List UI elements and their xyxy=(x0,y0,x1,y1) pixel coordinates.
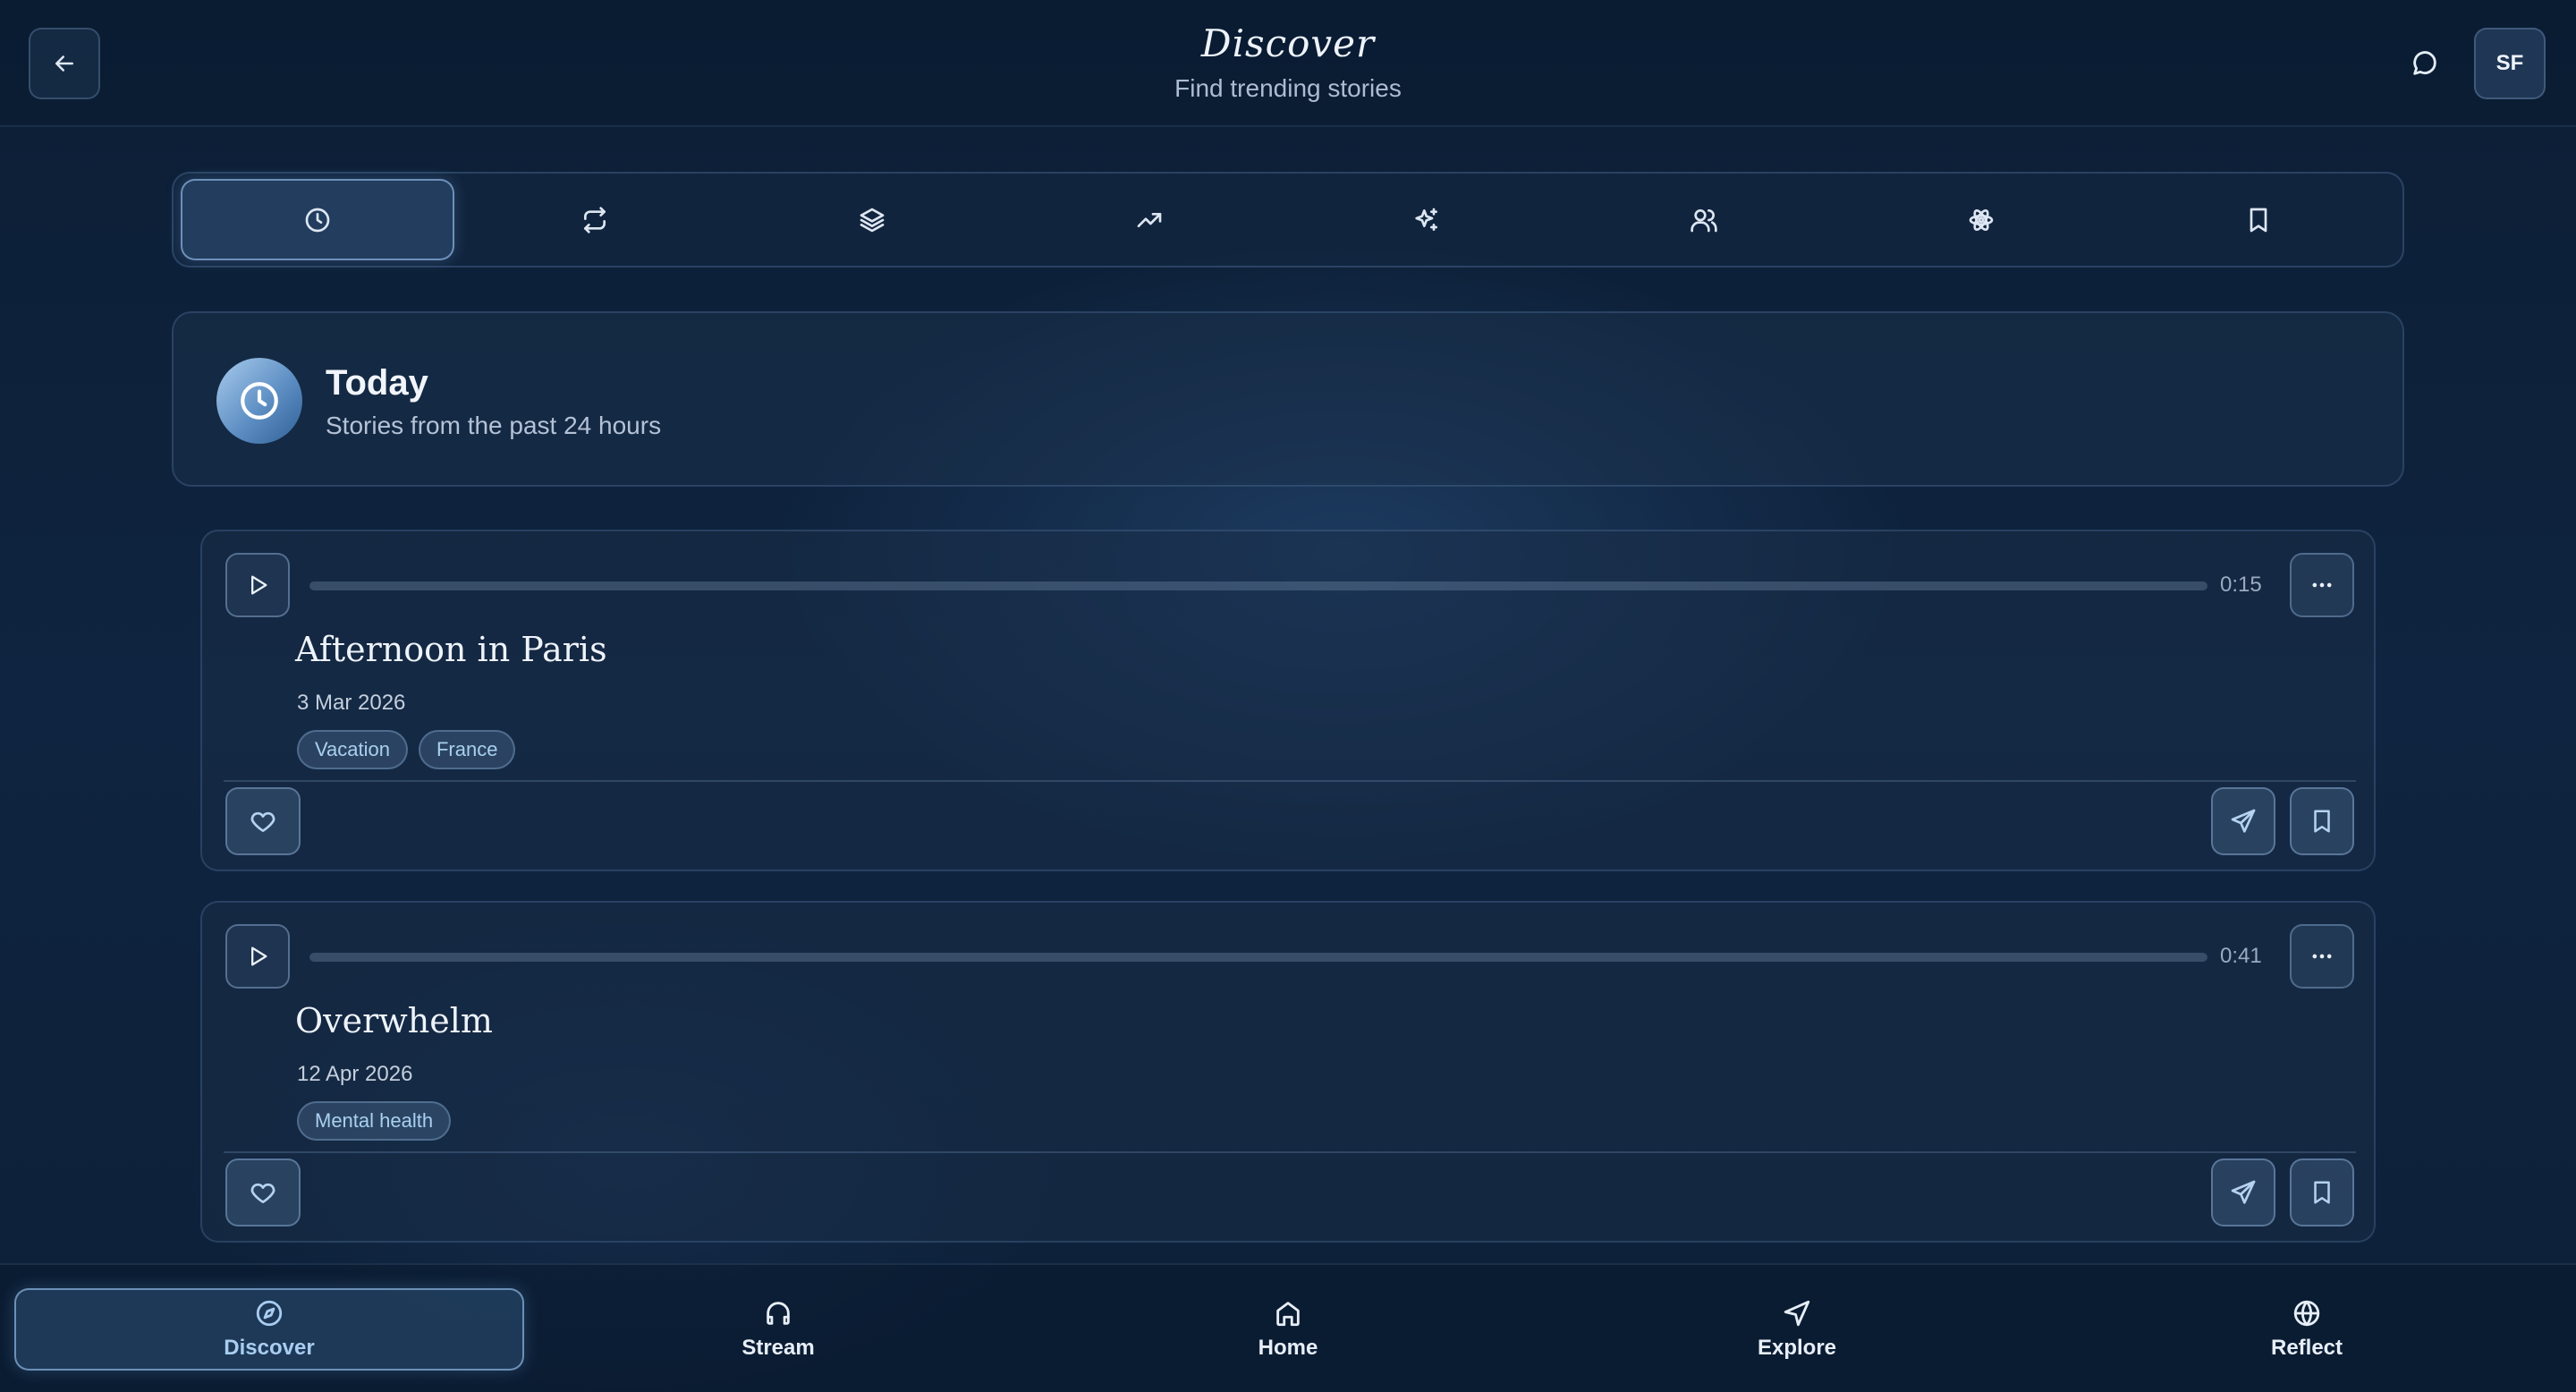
send-icon xyxy=(2231,1180,2256,1204)
page-title: Discover xyxy=(1200,21,1376,65)
bookmark-button[interactable] xyxy=(2290,1159,2354,1226)
nav-label: Explore xyxy=(1757,1336,1837,1360)
card-divider xyxy=(224,1151,2356,1153)
chat-bubble-icon xyxy=(2413,51,2436,75)
audio-duration: 0:41 xyxy=(2220,944,2262,968)
story-tag[interactable]: Vacation xyxy=(297,730,408,769)
play-button[interactable] xyxy=(225,924,290,989)
nav-item-home[interactable]: Home xyxy=(1033,1288,1543,1371)
filter-tab-saved[interactable] xyxy=(2122,179,2395,260)
more-options-button[interactable] xyxy=(2290,924,2354,989)
story-date: 3 Mar 2026 xyxy=(297,691,406,715)
nav-label: Stream xyxy=(741,1336,815,1360)
layers-icon xyxy=(860,208,885,232)
share-button[interactable] xyxy=(2211,787,2275,855)
nav-item-discover[interactable]: Discover xyxy=(14,1288,524,1371)
header-title-group: Discover Find trending stories xyxy=(0,21,2576,103)
more-horizontal-icon xyxy=(2312,954,2332,959)
filter-tab-repeat[interactable] xyxy=(458,179,732,260)
page-subtitle: Find trending stories xyxy=(1174,74,1402,102)
section-subtitle: Stories from the past 24 hours xyxy=(326,412,662,439)
send-icon xyxy=(2231,809,2256,833)
filter-tab-bar xyxy=(172,172,2404,267)
play-button[interactable] xyxy=(225,553,290,617)
nav-item-reflect[interactable]: Reflect xyxy=(2052,1288,2562,1371)
story-card: 0:41 Overwhelm 12 Apr 2026 Mental health xyxy=(200,901,2376,1243)
filter-tab-layers[interactable] xyxy=(735,179,1009,260)
filter-tab-trending[interactable] xyxy=(1013,179,1286,260)
filter-tab-sparkles[interactable] xyxy=(1290,179,1563,260)
nav-item-explore[interactable]: Explore xyxy=(1542,1288,2052,1371)
heart-icon xyxy=(250,811,275,832)
trending-up-icon xyxy=(1137,212,1162,227)
bookmark-icon xyxy=(2314,1181,2330,1204)
filter-tab-today[interactable] xyxy=(181,179,454,260)
nav-item-stream[interactable]: Stream xyxy=(523,1288,1033,1371)
like-button[interactable] xyxy=(225,787,301,855)
clock-icon xyxy=(305,208,330,232)
audio-progress-bar[interactable] xyxy=(309,953,2207,962)
avatar[interactable]: SF xyxy=(2474,28,2546,99)
compass-icon xyxy=(256,1300,283,1327)
story-tags: Vacation France xyxy=(297,730,516,769)
users-icon xyxy=(1690,208,1717,232)
story-title[interactable]: Overwhelm xyxy=(295,1001,493,1040)
home-icon xyxy=(1276,1302,1300,1327)
story-date: 12 Apr 2026 xyxy=(297,1062,413,1086)
heart-icon xyxy=(250,1183,275,1203)
bookmark-icon xyxy=(2250,208,2267,232)
section-header-card: Today Stories from the past 24 hours xyxy=(172,311,2404,487)
section-title: Today xyxy=(326,363,428,403)
like-button[interactable] xyxy=(225,1159,301,1226)
nav-label: Reflect xyxy=(2270,1336,2343,1360)
repeat-icon xyxy=(584,206,606,233)
story-tag[interactable]: France xyxy=(418,730,516,769)
clock-icon xyxy=(241,382,278,420)
bottom-nav: Discover Stream Home Explore Reflect xyxy=(0,1263,2576,1392)
chat-button[interactable] xyxy=(2406,45,2444,82)
filter-tab-people[interactable] xyxy=(1567,179,1841,260)
bookmark-icon xyxy=(2314,810,2330,833)
story-tags: Mental health xyxy=(297,1101,452,1141)
share-button[interactable] xyxy=(2211,1159,2275,1226)
section-clock-badge xyxy=(216,358,302,444)
nav-label: Discover xyxy=(224,1336,315,1360)
globe-icon xyxy=(2293,1300,2320,1327)
play-icon xyxy=(251,575,267,595)
nav-label: Home xyxy=(1258,1336,1318,1360)
audio-progress-bar[interactable] xyxy=(309,581,2207,590)
navigation-icon xyxy=(1784,1300,1810,1327)
more-horizontal-icon xyxy=(2312,582,2332,588)
filter-tab-atom[interactable] xyxy=(1844,179,2118,260)
story-title[interactable]: Afternoon in Paris xyxy=(295,630,607,669)
app-header: Discover Find trending stories SF xyxy=(0,0,2576,127)
headphones-icon xyxy=(767,1302,790,1325)
audio-duration: 0:15 xyxy=(2220,573,2262,597)
more-options-button[interactable] xyxy=(2290,553,2354,617)
sparkles-icon xyxy=(1415,208,1437,231)
card-divider xyxy=(224,780,2356,782)
story-tag[interactable]: Mental health xyxy=(297,1101,452,1141)
story-card: 0:15 Afternoon in Paris 3 Mar 2026 Vacat… xyxy=(200,530,2376,871)
play-icon xyxy=(251,946,267,966)
atom-icon xyxy=(1969,208,1994,231)
bookmark-button[interactable] xyxy=(2290,787,2354,855)
